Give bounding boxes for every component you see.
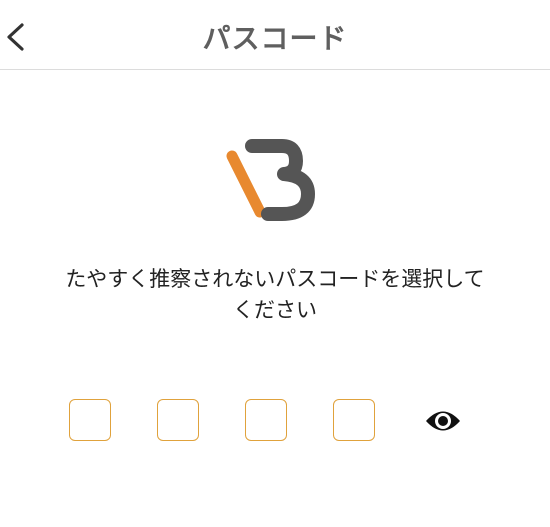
passcode-digit-4[interactable] [333,399,375,441]
passcode-digit-2[interactable] [157,399,199,441]
passcode-digit-3[interactable] [245,399,287,441]
instruction-line-1: たやすく推察されないパスコードを選択して [65,267,485,291]
header-bar: パスコード [0,0,550,70]
passcode-input-row [0,399,550,445]
brand-logo-icon [222,126,322,226]
toggle-visibility-button[interactable] [424,404,462,438]
instruction-line-2: ください [233,298,317,322]
passcode-digit-1[interactable] [69,399,111,441]
instruction-text: たやすく推察されないパスコードを選択して ください [0,264,550,326]
page-title: パスコード [202,22,348,55]
eye-icon [426,411,460,431]
